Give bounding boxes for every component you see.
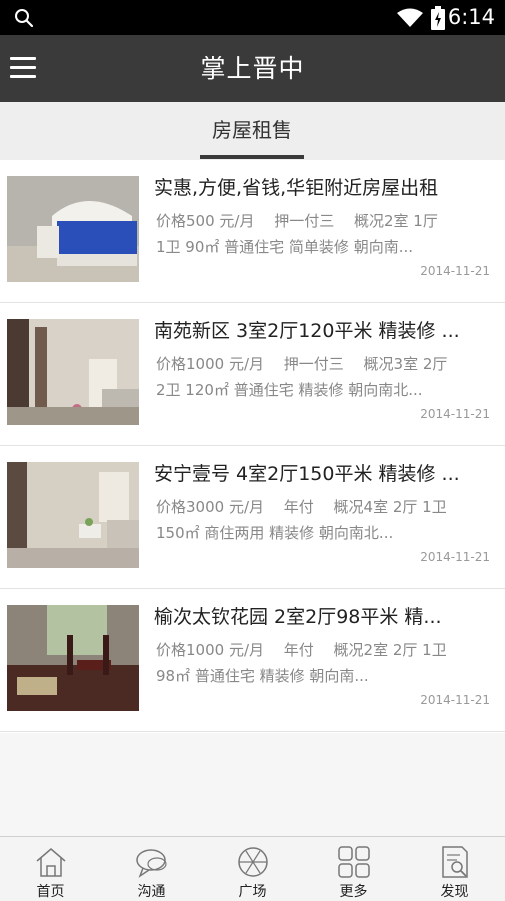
listing-title: 安宁壹号 4室2厅150平米 精装修 ... <box>154 463 460 485</box>
app-header: 掌上晋中 <box>0 35 505 102</box>
listing-title: 南苑新区 3室2厅120平米 精装修 ... <box>154 320 460 342</box>
grid-icon <box>338 846 370 878</box>
listing-title: 榆次太钦花园 2室2厅98平米 精... <box>154 606 442 628</box>
listing-desc-line: 2卫 120㎡ 普通住宅 精装修 朝向南北... <box>156 381 423 399</box>
nav-label: 首页 <box>36 884 65 900</box>
listing-date: 2014-11-21 <box>420 264 490 278</box>
listing-item[interactable]: 南苑新区 3室2厅120平米 精装修 ... 价格1000 元/月 押一付三 概… <box>0 303 505 446</box>
listing-desc-line: 150㎡ 商住两用 精装修 朝向南北... <box>156 524 394 542</box>
listing-description: 价格1000 元/月 押一付三 概况3室 2厅 2卫 120㎡ 普通住宅 精装修… <box>156 351 496 403</box>
discover-icon <box>442 846 468 878</box>
tab-label: 房屋租售 <box>212 118 292 142</box>
listing-desc-line: 1卫 90㎡ 普通住宅 简单装修 朝向南... <box>156 238 414 256</box>
nav-label: 发现 <box>440 884 469 900</box>
nav-label: 广场 <box>238 884 267 900</box>
tab-house-rental[interactable]: 房屋租售 <box>200 102 304 160</box>
listing-description: 价格500 元/月 押一付三 概况2室 1厅 1卫 90㎡ 普通住宅 简单装修 … <box>156 208 496 260</box>
wifi-icon <box>397 8 423 27</box>
chat-icon <box>136 849 167 878</box>
listing-list: 实惠,方便,省钱,华钜附近房屋出租 价格500 元/月 押一付三 概况2室 1厅… <box>0 160 505 733</box>
listing-item[interactable]: 榆次太钦花园 2室2厅98平米 精... 价格1000 元/月 年付 概况2室 … <box>0 589 505 732</box>
listing-description: 价格1000 元/月 年付 概况2室 2厅 1卫 98㎡ 普通住宅 精装修 朝向… <box>156 637 496 689</box>
nav-chat[interactable]: 沟通 <box>101 837 202 901</box>
listing-item[interactable]: 安宁壹号 4室2厅150平米 精装修 ... 价格3000 元/月 年付 概况4… <box>0 446 505 589</box>
listing-desc-line: 98㎡ 普通住宅 精装修 朝向南... <box>156 667 369 685</box>
listing-desc-line: 价格3000 元/月 年付 概况4室 2厅 1卫 <box>156 498 447 516</box>
tab-bar: 房屋租售 <box>0 102 505 161</box>
listing-title: 实惠,方便,省钱,华钜附近房屋出租 <box>154 177 439 199</box>
page-title: 掌上晋中 <box>200 54 305 83</box>
listing-date: 2014-11-21 <box>420 550 490 564</box>
listing-desc-line: 价格500 元/月 押一付三 概况2室 1厅 <box>156 212 438 230</box>
listing-date: 2014-11-21 <box>420 693 490 707</box>
listing-desc-line: 价格1000 元/月 押一付三 概况3室 2厅 <box>156 355 448 373</box>
listing-date: 2014-11-21 <box>420 407 490 421</box>
battery-icon <box>431 6 445 30</box>
nav-plaza[interactable]: 广场 <box>202 837 303 901</box>
nav-home[interactable]: 首页 <box>0 837 101 901</box>
listing-photo <box>7 462 139 568</box>
search-icon[interactable] <box>14 8 34 28</box>
listing-desc-line: 价格1000 元/月 年付 概况2室 2厅 1卫 <box>156 641 447 659</box>
listing-description: 价格3000 元/月 年付 概况4室 2厅 1卫 150㎡ 商住两用 精装修 朝… <box>156 494 496 546</box>
nav-discover[interactable]: 发现 <box>404 837 505 901</box>
listing-photo <box>7 176 139 282</box>
listing-item[interactable]: 实惠,方便,省钱,华钜附近房屋出租 价格500 元/月 押一付三 概况2室 1厅… <box>0 160 505 303</box>
home-icon <box>36 848 66 877</box>
plaza-icon <box>238 847 268 877</box>
listing-photo <box>7 605 139 711</box>
status-time: 6:14 <box>447 5 495 29</box>
tab-indicator <box>200 155 304 159</box>
nav-label: 更多 <box>339 884 368 900</box>
nav-label: 沟通 <box>137 884 166 900</box>
listing-photo <box>7 319 139 425</box>
bottom-nav: 首页 沟通 广场 更多 发现 <box>0 836 505 901</box>
status-bar: 6:14 <box>0 0 505 35</box>
nav-more[interactable]: 更多 <box>303 837 404 901</box>
